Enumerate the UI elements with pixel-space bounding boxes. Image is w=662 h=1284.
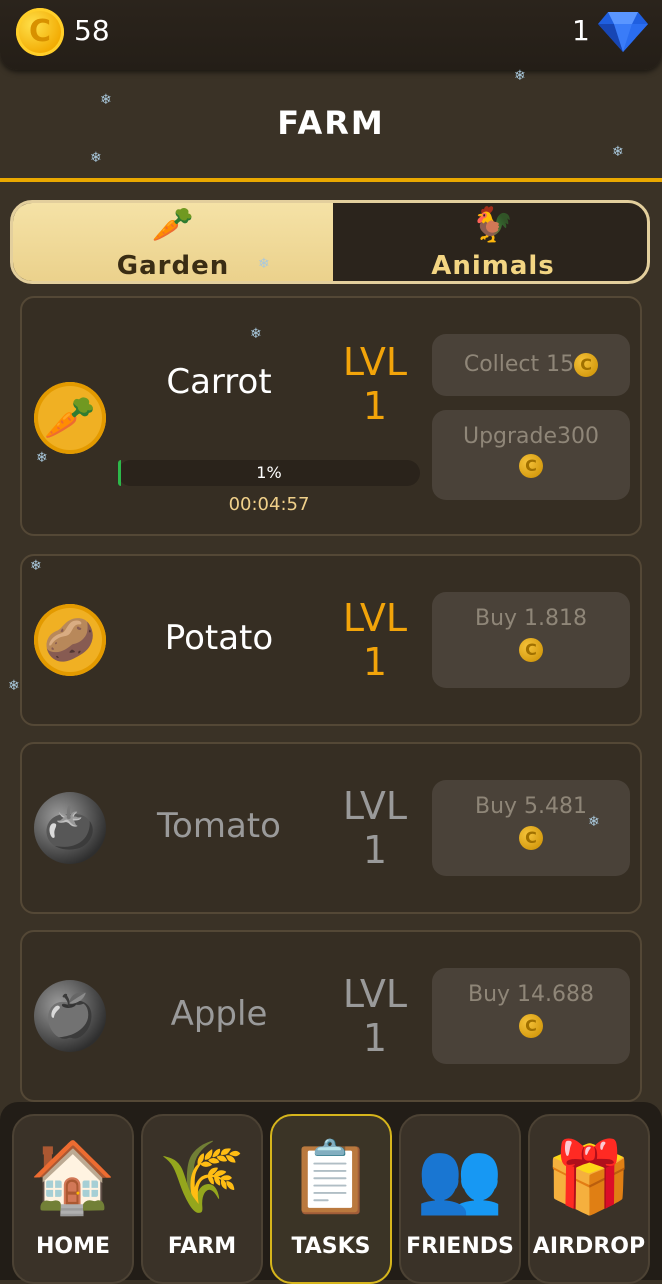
coin-icon: C	[519, 1014, 543, 1038]
coin-balance: 58	[74, 14, 110, 47]
top-bar: C 58 1	[0, 0, 662, 70]
collect-button[interactable]: Collect 15 C	[432, 334, 630, 396]
nav-label: HOME	[35, 1234, 111, 1259]
snowflake-icon: ❄	[30, 558, 42, 574]
crop-level: LVL 1	[342, 784, 408, 872]
nav-farm[interactable]: 🌾 FARM	[141, 1114, 263, 1284]
progress-percent: 1%	[256, 463, 282, 482]
snowflake-icon: ❄	[250, 326, 262, 342]
buy-button[interactable]: Buy 14.688 C	[432, 968, 630, 1064]
snowflake-icon: ❄	[514, 68, 526, 84]
snowflake-icon: ❄	[36, 450, 48, 466]
nav-label: FRIENDS	[406, 1234, 514, 1259]
tomato-icon: 🍅	[34, 792, 106, 864]
buy-button[interactable]: Buy 5.481 C	[432, 780, 630, 876]
crop-name: Potato	[164, 618, 274, 658]
nav-friends[interactable]: 👥 FRIENDS	[399, 1114, 521, 1284]
rooster-icon: 🐓	[471, 205, 515, 245]
friends-icon: 👥	[416, 1136, 504, 1218]
snowflake-icon: ❄	[90, 150, 102, 166]
nav-label: AIRDROP	[532, 1234, 646, 1259]
crop-card-tomato: 🍅 Tomato LVL 1 Buy 5.481 C	[20, 742, 642, 914]
crop-name: Carrot	[166, 362, 272, 402]
nav-label: FARM	[167, 1234, 237, 1259]
nav-home[interactable]: 🏠 HOME	[12, 1114, 134, 1284]
snowflake-icon: ❄	[612, 144, 624, 160]
coin-icon: C	[519, 638, 543, 662]
crop-card-potato: 🥔 Potato LVL 1 Buy 1.818 C	[20, 554, 642, 726]
wheat-icon: 🌾	[158, 1136, 246, 1218]
coin-icon: C	[16, 8, 64, 56]
divider	[0, 178, 662, 182]
crop-name: Tomato	[157, 806, 281, 846]
coin-icon: C	[519, 826, 543, 850]
tab-label: Garden	[116, 251, 230, 281]
upgrade-button[interactable]: Upgrade300 C	[432, 410, 630, 500]
snowflake-icon: ❄	[8, 678, 20, 694]
growth-timer: 00:04:57	[228, 494, 310, 515]
gem-balance: 1	[572, 14, 590, 47]
coin-icon: C	[519, 454, 543, 478]
clipboard-icon: 📋	[287, 1136, 375, 1218]
tab-animals[interactable]: 🐓 Animals	[333, 203, 647, 281]
apple-icon: 🍎	[34, 980, 106, 1052]
house-icon: 🏠	[29, 1136, 117, 1218]
snowflake-icon: ❄	[100, 92, 112, 108]
crop-level: LVL 1	[342, 340, 408, 428]
gift-icon: 🎁	[545, 1136, 633, 1218]
growth-progress-bar: 1%	[118, 460, 420, 486]
snowflake-icon: ❄	[258, 256, 270, 272]
buy-button[interactable]: Buy 1.818 C	[432, 592, 630, 688]
crop-level: LVL 1	[342, 596, 408, 684]
diamond-icon	[598, 12, 648, 52]
nav-airdrop[interactable]: 🎁 AIRDROP	[528, 1114, 650, 1284]
crop-name: Apple	[170, 994, 268, 1034]
tab-garden[interactable]: 🥕 Garden	[13, 203, 333, 281]
carrot-icon: 🥕	[151, 205, 195, 245]
page-title: FARM	[277, 104, 385, 142]
crop-card-carrot: 🥕 Carrot LVL 1 Collect 15 C Upgrade300 C 1…	[20, 296, 642, 536]
nav-tasks[interactable]: 📋 TASKS	[270, 1114, 392, 1284]
nav-label: TASKS	[291, 1234, 371, 1259]
bottom-nav: 🏠 HOME 🌾 FARM 📋 TASKS 👥 FRIENDS 🎁 AIRDRO…	[0, 1102, 662, 1284]
tab-label: Animals	[431, 251, 555, 281]
carrot-icon: 🥕	[34, 382, 106, 454]
crop-card-apple: 🍎 Apple LVL 1 Buy 14.688 C	[20, 930, 642, 1102]
crop-level: LVL 1	[342, 972, 408, 1060]
snowflake-icon: ❄	[588, 814, 600, 830]
potato-icon: 🥔	[34, 604, 106, 676]
category-tabs: 🥕 Garden 🐓 Animals	[10, 200, 650, 284]
coin-icon: C	[574, 353, 599, 377]
